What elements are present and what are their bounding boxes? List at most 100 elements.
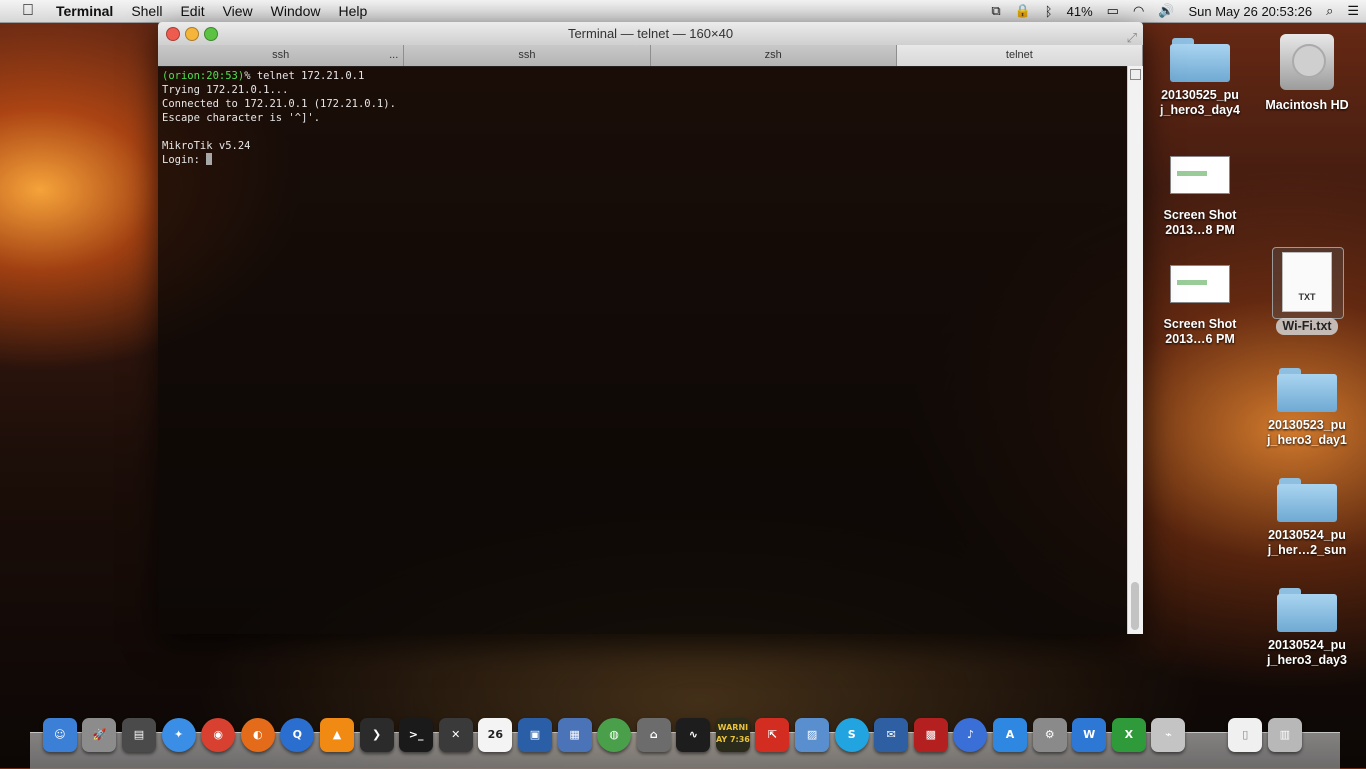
- desktop-item-label: j_her…2_sun: [1267, 543, 1347, 557]
- tab-bar: ssh ... ssh zsh telnet: [158, 45, 1143, 67]
- desktop-item-label: Screen Shot: [1163, 317, 1237, 331]
- photo-booth-icon[interactable]: ▩: [913, 718, 948, 752]
- desktop-item-label: 20130523_pu: [1268, 418, 1346, 432]
- tab-ssh-1[interactable]: ssh ...: [158, 45, 405, 66]
- desktop-item-label: j_hero3_day1: [1267, 433, 1347, 447]
- tab-ssh-2[interactable]: ssh: [404, 45, 651, 66]
- battery-icon[interactable]: ▭: [1107, 3, 1119, 19]
- output-line: Connected to 172.21.0.1 (172.21.0.1).: [162, 98, 396, 110]
- system-preferences-icon[interactable]: ⚙: [1032, 718, 1067, 752]
- desktop-folder[interactable]: 20130523_pu j_hero3_day1: [1257, 368, 1357, 448]
- quicktime-icon[interactable]: Q: [280, 718, 315, 752]
- folder-icon: [1277, 368, 1337, 412]
- prompt-user: (orion:20:53): [162, 70, 245, 82]
- tab-label: ssh: [518, 49, 536, 61]
- login-prompt: Login:: [162, 154, 207, 166]
- x11-icon[interactable]: ✕: [438, 718, 473, 752]
- virtualbox-icon[interactable]: ▣: [517, 718, 552, 752]
- network-icon[interactable]: ◍: [597, 718, 632, 752]
- menu-clock[interactable]: Sun May 26 20:53:26: [1188, 4, 1312, 19]
- hard-drive-icon: [1280, 34, 1334, 90]
- scrollbar[interactable]: [1127, 66, 1143, 634]
- menu-bar:  Terminal Shell Edit View Window Help ⧉…: [0, 0, 1366, 23]
- word-icon[interactable]: W: [1072, 718, 1107, 752]
- calendar-icon[interactable]: 26: [478, 718, 513, 752]
- chrome-icon[interactable]: ◉: [201, 718, 236, 752]
- notification-center-icon[interactable]: ☰: [1347, 3, 1359, 19]
- close-window-button[interactable]: [166, 27, 180, 41]
- desktop-item-label: 20130524_pu: [1268, 528, 1346, 542]
- bluetooth-icon[interactable]: ᛒ: [1045, 4, 1053, 19]
- network-utility-icon[interactable]: ▤: [121, 718, 156, 752]
- battery-percent[interactable]: 41%: [1067, 4, 1093, 19]
- safari-icon[interactable]: ✦: [161, 718, 196, 752]
- scroll-thumb[interactable]: [1131, 582, 1139, 630]
- output-line: Trying 172.21.0.1...: [162, 84, 289, 96]
- screen-mirror-icon[interactable]: ⧉: [991, 3, 1000, 19]
- apple-menu-icon[interactable]: : [0, 2, 56, 20]
- text-file-icon: TXT: [1282, 252, 1332, 312]
- menu-window[interactable]: Window: [262, 3, 330, 19]
- desktop-screenshot[interactable]: Screen Shot 2013…8 PM: [1150, 156, 1250, 238]
- vmware-icon[interactable]: ▦: [557, 718, 592, 752]
- desktop-folder[interactable]: 20130525_pu j_hero3_day4: [1150, 38, 1250, 118]
- window-titlebar[interactable]: Terminal — telnet — 160×40 ⤢: [158, 22, 1143, 45]
- remote-desktop-icon[interactable]: ⇱: [755, 718, 790, 752]
- console-time-text: AY 7:36: [715, 735, 750, 744]
- zoom-window-button[interactable]: [204, 27, 218, 41]
- menu-edit[interactable]: Edit: [171, 3, 213, 19]
- file-type-badge: TXT: [1298, 292, 1316, 302]
- prompt-command: % telnet 172.21.0.1: [244, 70, 365, 82]
- vlc-icon[interactable]: ▲: [319, 718, 354, 752]
- trash-icon[interactable]: ▥: [1267, 718, 1302, 752]
- console-icon[interactable]: WARNI AY 7:36: [715, 718, 750, 752]
- app-store-icon[interactable]: A: [993, 718, 1028, 752]
- desktop-screenshot[interactable]: Screen Shot 2013…6 PM: [1150, 265, 1250, 347]
- tab-label: telnet: [1005, 49, 1033, 61]
- folder-icon: [1277, 478, 1337, 522]
- output-line: MikroTik v5.24: [162, 140, 251, 152]
- lock-icon[interactable]: 🔒: [1015, 3, 1031, 19]
- desktop-folder[interactable]: 20130524_pu j_hero3_day3: [1257, 588, 1357, 668]
- launchpad-icon[interactable]: 🚀: [82, 718, 117, 752]
- desktop-item-label: 20130524_pu: [1268, 638, 1346, 652]
- desktop-item-label: j_hero3_day4: [1160, 103, 1240, 117]
- screenshot-thumbnail-icon: [1170, 156, 1230, 194]
- desktop-folder[interactable]: 20130524_pu j_her…2_sun: [1257, 478, 1357, 558]
- tab-overflow: ...: [389, 49, 399, 61]
- tab-zsh[interactable]: zsh: [650, 45, 897, 66]
- lock-icon[interactable]: ⌂: [636, 718, 671, 752]
- login-line: Login:: [162, 153, 1124, 167]
- minimize-window-button[interactable]: [185, 27, 199, 41]
- document-icon[interactable]: ▯: [1228, 718, 1263, 752]
- spotlight-search-icon[interactable]: ⌕: [1326, 3, 1333, 19]
- thunderbird-icon[interactable]: ✉: [874, 718, 909, 752]
- menu-view[interactable]: View: [214, 3, 262, 19]
- skype-icon[interactable]: S: [834, 718, 869, 752]
- text-cursor: [206, 153, 213, 165]
- wifi-icon[interactable]: ◠: [1133, 3, 1144, 19]
- menu-shell[interactable]: Shell: [122, 3, 171, 19]
- desktop-item-label: 2013…8 PM: [1165, 223, 1235, 237]
- dock-icons: ☺ 🚀 ▤ ✦ ◉ ◐ Q ▲ ❯ >_ ✕ 26 ▣ ▦ ◍ ⌂ ∿ WARNI AY 7:36 ⇱ ▨ S ✉ ▩ ♪ A ⚙ W…: [40, 718, 1305, 760]
- excel-icon[interactable]: X: [1111, 718, 1146, 752]
- firefox-icon[interactable]: ◐: [240, 718, 275, 752]
- desktop-hard-drive[interactable]: Macintosh HD: [1257, 34, 1357, 113]
- finder-icon[interactable]: ☺: [42, 718, 77, 752]
- desktop-item-label: 2013…6 PM: [1165, 332, 1235, 346]
- preview-icon[interactable]: ▨: [795, 718, 830, 752]
- tab-telnet[interactable]: telnet: [896, 45, 1143, 66]
- itunes-icon[interactable]: ♪: [953, 718, 988, 752]
- menu-help[interactable]: Help: [329, 3, 376, 19]
- tab-label: zsh: [764, 49, 782, 61]
- tab-label: ssh: [272, 49, 290, 61]
- menu-app-name[interactable]: Terminal: [56, 3, 122, 19]
- wifi-diagnostics-icon[interactable]: ⌁: [1151, 718, 1186, 752]
- plex-icon[interactable]: ❯: [359, 718, 394, 752]
- terminal-output[interactable]: (orion:20:53)% telnet 172.21.0.1 Trying …: [158, 66, 1128, 634]
- activity-monitor-icon[interactable]: ∿: [676, 718, 711, 752]
- volume-icon[interactable]: 🔊: [1158, 3, 1174, 19]
- scroll-up-icon[interactable]: [1130, 69, 1141, 80]
- desktop-text-file[interactable]: TXT Wi-Fi.txt: [1257, 252, 1357, 335]
- terminal-icon[interactable]: >_: [399, 718, 434, 752]
